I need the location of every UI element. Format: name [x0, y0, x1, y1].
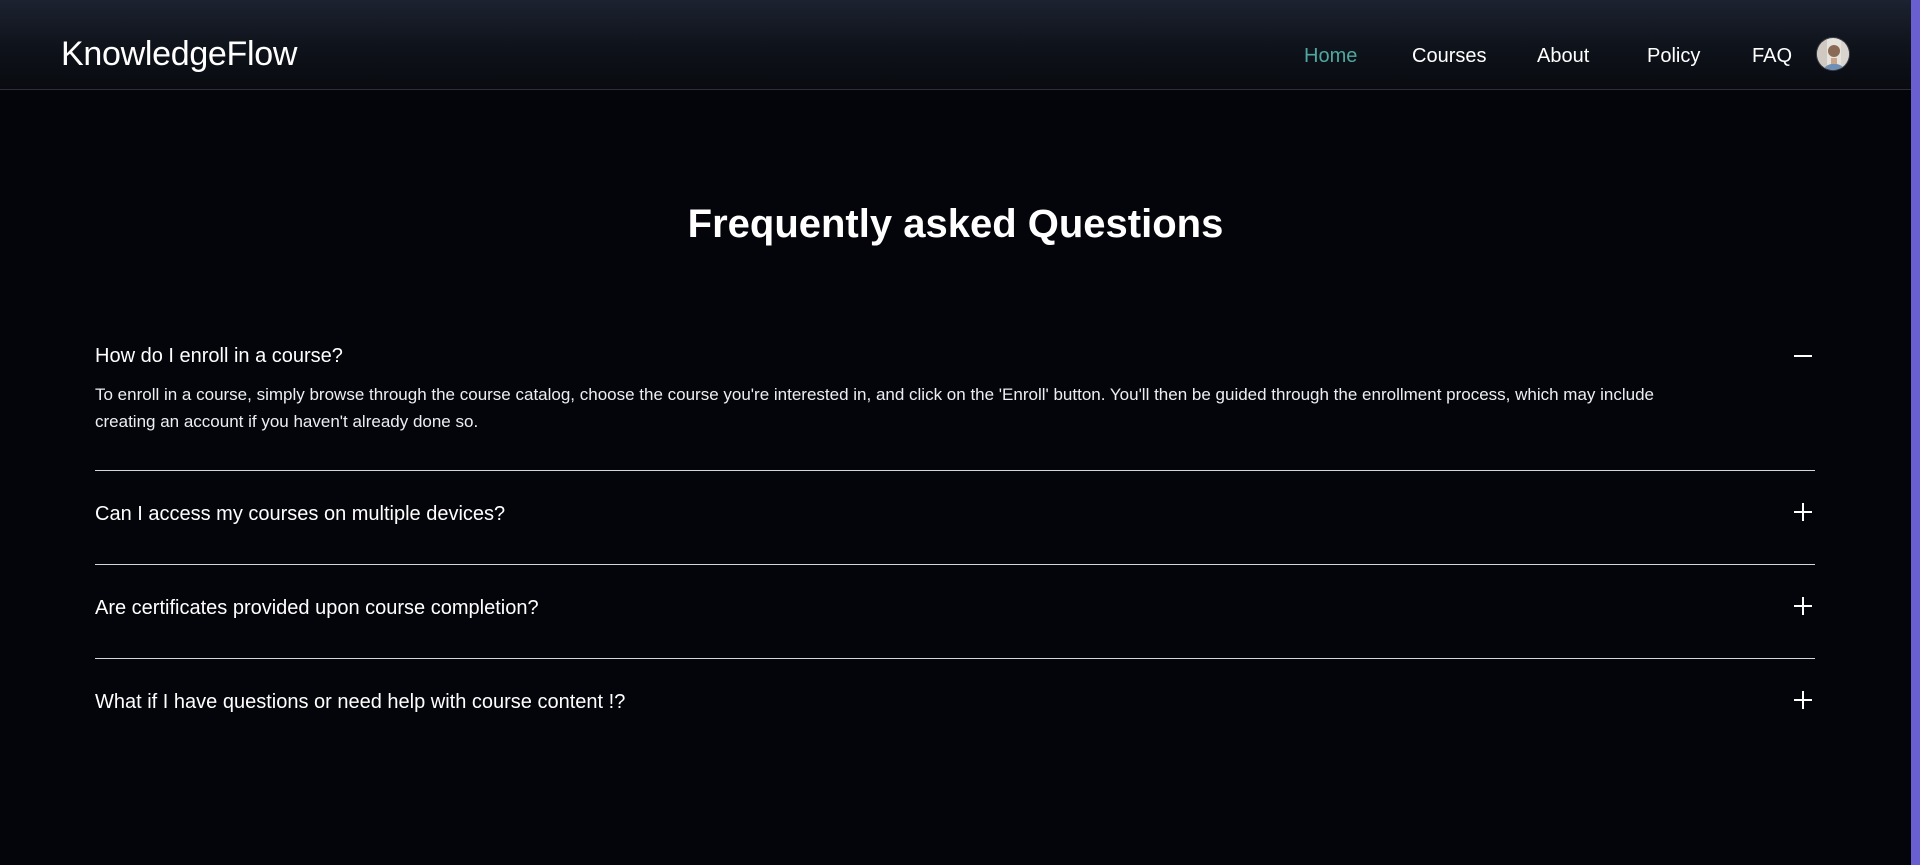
- faq-question[interactable]: How do I enroll in a course?: [95, 342, 343, 370]
- nav-faq-link[interactable]: FAQ: [1752, 42, 1792, 70]
- user-avatar[interactable]: [1816, 37, 1850, 71]
- nav-about-link[interactable]: About: [1537, 42, 1589, 70]
- page: KnowledgeFlow Home Courses About Policy …: [0, 0, 1920, 865]
- nav-links: Home Courses About Policy FAQ: [0, 42, 1911, 70]
- faq-question[interactable]: What if I have questions or need help wi…: [95, 688, 625, 716]
- faq-question[interactable]: Are certificates provided upon course co…: [95, 594, 539, 622]
- plus-icon[interactable]: [1791, 688, 1815, 712]
- plus-icon[interactable]: [1791, 500, 1815, 524]
- faq-answer-line-1: To enroll in a course, simply browse thr…: [95, 385, 1655, 404]
- nav-home-link[interactable]: Home: [1304, 42, 1357, 70]
- faq-divider: [95, 564, 1815, 565]
- page-title: Frequently asked Questions: [687, 202, 1224, 246]
- faq-question[interactable]: Can I access my courses on multiple devi…: [95, 500, 505, 528]
- faq-answer-line-2: creating an account if you haven't alrea…: [95, 412, 479, 431]
- scrollbar-edge[interactable]: [1911, 0, 1920, 865]
- nav-policy-link[interactable]: Policy: [1647, 42, 1700, 70]
- top-navbar: KnowledgeFlow Home Courses About Policy …: [0, 0, 1911, 90]
- minus-icon[interactable]: [1791, 344, 1815, 368]
- faq-divider: [95, 470, 1815, 471]
- nav-courses-link[interactable]: Courses: [1412, 42, 1486, 70]
- faq-answer: To enroll in a course, simply browse thr…: [95, 381, 1815, 435]
- faq-divider: [95, 658, 1815, 659]
- plus-icon[interactable]: [1791, 594, 1815, 618]
